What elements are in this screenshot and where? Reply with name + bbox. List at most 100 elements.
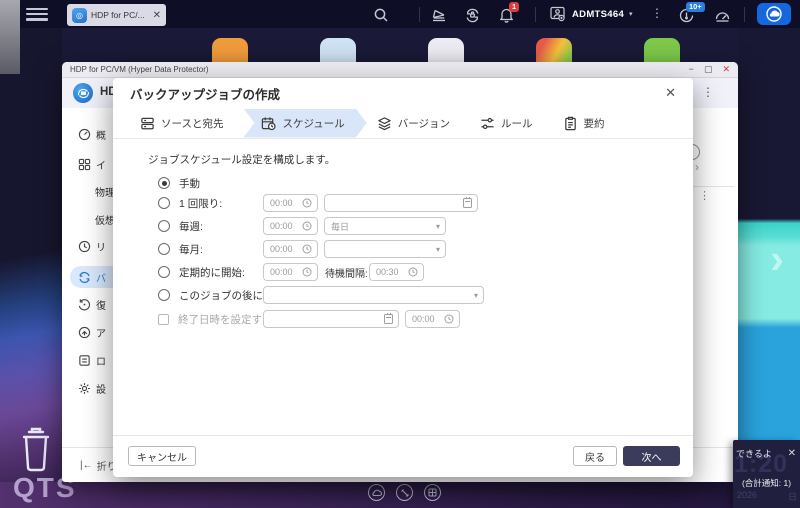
once-date-input[interactable] (324, 194, 478, 212)
weekly-day-select[interactable]: 毎日 ▾ (324, 217, 446, 235)
myqnapcloud-icon[interactable] (757, 3, 791, 25)
select-caret-icon: ▾ (473, 290, 478, 300)
screen-corner-artifact (0, 0, 20, 74)
once-radio[interactable] (158, 197, 170, 209)
username-label: ADMTS464 (572, 8, 625, 20)
select-caret-icon: ▾ (435, 244, 440, 254)
notification-count-badge: 1 (509, 2, 520, 13)
main-menu-icon[interactable] (26, 8, 48, 21)
user-menu[interactable]: ADMTS464 ▾ (549, 3, 633, 25)
date-year-fragment: 2026 (737, 490, 758, 500)
window-minimize-icon[interactable]: − (689, 65, 694, 74)
notification-toast[interactable]: 1:20 できるよ ✕ (合計通知: 1) 2026 日 (733, 440, 800, 508)
after-job-radio[interactable] (158, 289, 170, 301)
clock-icon (302, 244, 312, 254)
window-title: HDP for PC/VM (Hyper Data Protector) (70, 65, 209, 74)
weekly-time-input[interactable]: 00:00 (263, 217, 318, 235)
tab-label: HDP for PC/... (91, 10, 145, 20)
desktop-next-page-arrow[interactable]: › (770, 238, 784, 280)
window-titlebar[interactable]: HDP for PC/VM (Hyper Data Protector) − ▢… (62, 62, 738, 78)
resource-count-badge: 10+ (686, 2, 705, 13)
manual-radio[interactable] (158, 177, 170, 189)
monthly-time-input[interactable]: 00:00 (263, 240, 318, 258)
step-schedule[interactable]: スケジュール (243, 109, 366, 138)
step-source-destination[interactable]: ソースと宛先 (130, 111, 243, 136)
weekly-radio[interactable] (158, 220, 170, 232)
background-tasks-icon[interactable] (429, 5, 449, 25)
toast-total-notifications: (合計通知: 1) (741, 478, 792, 488)
end-time-checkbox[interactable] (158, 313, 169, 325)
topbar-divider (419, 7, 420, 22)
monthly-radio[interactable] (158, 243, 170, 255)
wait-interval-label-wrap: 待機間隔: (325, 263, 368, 281)
search-icon[interactable] (371, 5, 391, 25)
wallpaper-left (0, 28, 62, 482)
clock-icon (302, 198, 312, 208)
dialog-title: バックアップジョブの作成 (130, 87, 281, 102)
periodic-radio[interactable] (158, 266, 170, 278)
step-summary[interactable]: 要約 (553, 111, 625, 136)
wait-interval-label: 待機間隔: (325, 268, 368, 280)
schedule-row-once: 1 回限り: (158, 194, 222, 212)
wait-interval-input[interactable]: 00:30 (369, 263, 424, 281)
desktop-date: 2026 日 (737, 490, 797, 503)
periodic-time-input[interactable]: 00:00 (263, 263, 318, 281)
date-day-fragment: 日 (787, 492, 797, 502)
sync-lock-icon[interactable] (462, 5, 482, 25)
monthly-day-select[interactable]: ▾ (324, 240, 446, 258)
wizard-steps: ソースと宛先 スケジュール バージョン ルール 要約 (130, 108, 625, 138)
user-caret-icon: ▾ (629, 11, 633, 18)
hdp-app-logo-icon (73, 83, 93, 103)
schedule-row-periodic: 定期的に開始: (158, 263, 245, 281)
end-time-input[interactable]: 00:00 (405, 310, 460, 328)
select-caret-icon: ▾ (435, 221, 440, 231)
toast-message: できるよ (736, 449, 772, 459)
window-close-icon[interactable]: ✕ (722, 65, 730, 74)
dashboard-icon[interactable] (712, 5, 732, 25)
after-job-select[interactable]: ▾ (263, 286, 484, 304)
schedule-description: ジョブスケジュール設定を構成します。 (148, 154, 336, 166)
schedule-row-manual: 手動 (158, 174, 200, 192)
hidden-content-menu-dots: ⋮ (699, 190, 710, 202)
calendar-icon (463, 196, 472, 208)
clock-icon (444, 314, 454, 324)
next-button[interactable]: 次へ (623, 446, 680, 466)
window-maximize-icon[interactable]: ▢ (704, 65, 713, 74)
clock-icon (408, 267, 418, 277)
topbar-divider (535, 7, 536, 22)
hidden-content-divider (690, 186, 734, 187)
topbar-divider (744, 7, 745, 22)
calendar-icon (384, 312, 393, 324)
step-version[interactable]: バージョン (367, 111, 470, 136)
dialog-divider (113, 138, 693, 139)
hdp-tab-app-icon: ◎ (72, 7, 87, 23)
taskbar-tools-icon[interactable] (396, 484, 413, 501)
tab-close-icon[interactable]: ✕ (153, 10, 161, 21)
back-button[interactable]: 戻る (573, 446, 617, 466)
schedule-row-end-time: 終了日時を設定する: (158, 310, 275, 328)
dialog-close-icon[interactable]: ✕ (665, 85, 676, 101)
clock-icon (302, 221, 312, 231)
taskbar (368, 484, 441, 501)
qts-desktop: › QTS ◎ HDP for PC/... ✕ 1 ADMTS464 ▾ ⋮ … (0, 0, 800, 508)
app-header-menu-icon[interactable]: ⋮ (702, 85, 714, 99)
collapse-arrow-icon[interactable]: |← (80, 460, 93, 471)
toast-close-icon[interactable]: ✕ (788, 448, 796, 459)
taskbar-windows-icon[interactable] (424, 484, 441, 501)
hidden-content-chevron: › (695, 160, 699, 174)
step-rules[interactable]: ルール (470, 111, 553, 136)
top-bar: ◎ HDP for PC/... ✕ 1 ADMTS464 ▾ ⋮ 10+ (0, 0, 800, 28)
schedule-row-monthly: 毎月: (158, 240, 203, 258)
schedule-row-weekly: 毎週: (158, 217, 203, 235)
app-tab-hdp[interactable]: ◎ HDP for PC/... ✕ (67, 4, 166, 26)
more-options-icon[interactable]: ⋮ (651, 4, 663, 22)
dialog-footer: キャンセル 戻る 次へ (113, 435, 693, 477)
dialog-header: バックアップジョブの作成 ✕ (113, 78, 693, 108)
create-backup-job-dialog: バックアップジョブの作成 ✕ ソースと宛先 スケジュール バージョン ルール 要… (113, 78, 693, 477)
taskbar-cloud-icon[interactable] (368, 484, 385, 501)
end-date-input[interactable] (263, 310, 399, 328)
recycle-bin-icon[interactable] (16, 424, 56, 474)
cancel-button[interactable]: キャンセル (128, 446, 196, 466)
wallpaper-right (738, 28, 800, 482)
once-time-input[interactable]: 00:00 (263, 194, 318, 212)
